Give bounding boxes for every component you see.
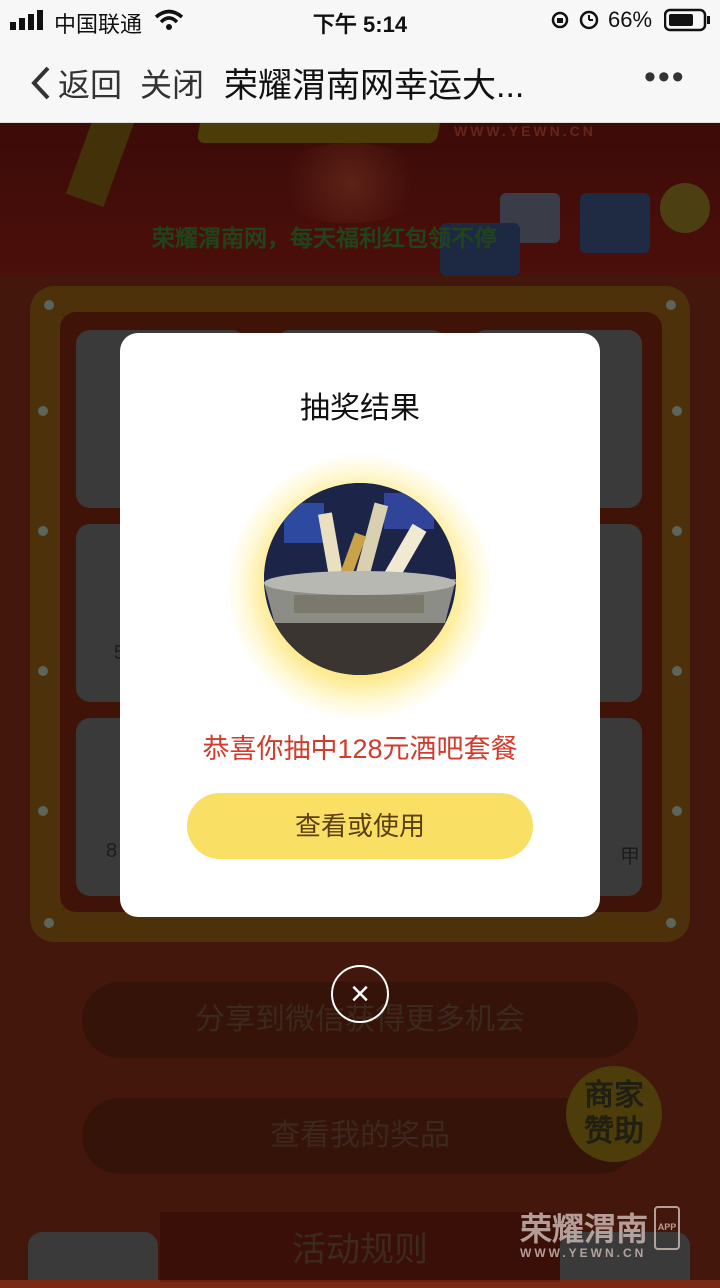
chevron-left-icon[interactable] (30, 66, 52, 100)
back-button[interactable]: 返回 (58, 60, 122, 106)
wine-bucket-image (264, 483, 456, 675)
watermark-brand: 荣耀渭南 (520, 1211, 649, 1247)
close-button[interactable]: 关闭 (140, 60, 204, 106)
status-bar: 中国联通 下午 5:14 66% (0, 0, 720, 40)
watermark-app-icon: APP (654, 1206, 680, 1250)
battery-percentage: 66% (608, 7, 653, 32)
result-message: 恭喜你抽中128元酒吧套餐 (202, 734, 518, 764)
close-icon: × (350, 975, 370, 1013)
prize-image (264, 483, 456, 675)
lottery-result-dialog: 抽奖结果 恭喜你抽中128元酒吧套餐 查看或使用 (120, 333, 600, 917)
brand-watermark: 荣耀渭南 WWW.YEWN.CN APP (520, 1204, 680, 1260)
page-title: 荣耀渭南网幸运大... (224, 67, 525, 105)
navigation-bar: 返回 关闭 荣耀渭南网幸运大... ••• (0, 40, 720, 123)
close-dialog-button[interactable]: × (331, 965, 389, 1023)
view-or-use-button[interactable]: 查看或使用 (187, 793, 533, 859)
battery-icon (664, 8, 710, 32)
watermark-url: WWW.YEWN.CN (520, 1246, 647, 1260)
alarm-icon (579, 10, 599, 30)
more-menu-button[interactable]: ••• (644, 58, 686, 97)
dialog-title: 抽奖结果 (300, 392, 420, 425)
rotation-lock-icon (551, 11, 569, 29)
